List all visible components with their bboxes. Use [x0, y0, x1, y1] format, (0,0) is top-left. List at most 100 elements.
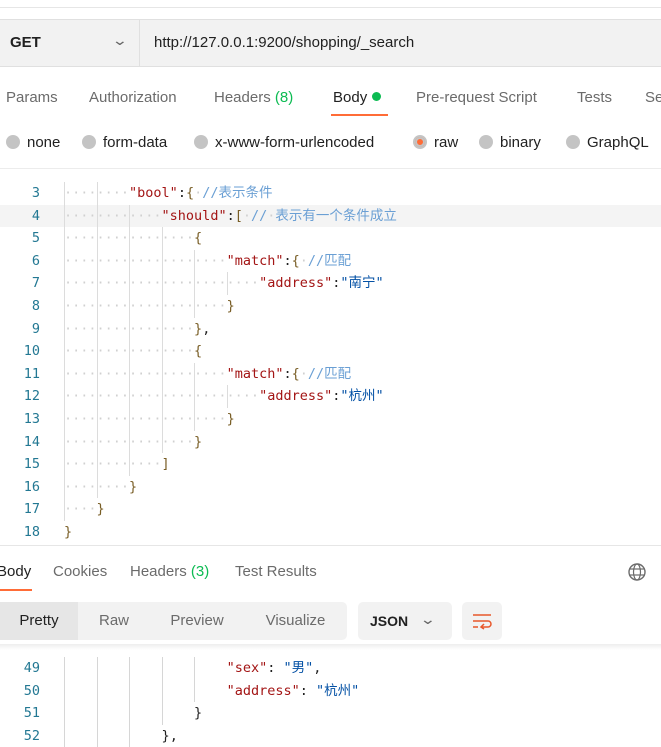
radio-form-data[interactable]: form-data	[82, 134, 167, 151]
code-line: 17 ····}	[0, 498, 661, 521]
comment: //匹配	[307, 252, 352, 269]
whitespace: ·	[299, 365, 308, 382]
indent-whitespace: ········	[64, 478, 130, 495]
body-status-dot	[372, 92, 382, 101]
bracket: {	[194, 343, 203, 360]
view-visualize[interactable]: Visualize	[244, 602, 347, 640]
code-text: }	[64, 702, 202, 725]
json-string: "杭州"	[315, 682, 360, 699]
line-number: 14	[23, 433, 40, 450]
whitespace: ·	[242, 207, 251, 224]
json-key: "match"	[226, 252, 284, 269]
json-string: "男"	[283, 660, 314, 676]
json-key: "sex"	[226, 660, 268, 676]
response-view-selector: Pretty Raw Preview Visualize	[0, 602, 347, 640]
response-tab-test-results[interactable]: Test Results	[235, 563, 317, 580]
bracket: }	[194, 320, 203, 337]
active-tab-indicator	[0, 589, 32, 591]
punctuation: :	[283, 365, 292, 382]
tab-pre-request-script[interactable]: Pre-request Script	[416, 89, 537, 106]
line-number: 18	[23, 523, 40, 540]
line-number: 3	[31, 185, 40, 201]
line-number: 10	[23, 343, 40, 360]
view-pretty[interactable]: Pretty	[0, 602, 78, 640]
bracket: }	[194, 433, 203, 450]
tab-body-label: Body	[333, 89, 368, 106]
response-tab-headers[interactable]: Headers (3)	[130, 563, 209, 580]
bracket: {	[291, 365, 300, 382]
radio-graphql[interactable]: GraphQL	[566, 134, 649, 151]
line-number: 8	[31, 297, 40, 314]
json-key: "address"	[259, 388, 333, 405]
tab-tests[interactable]: Tests	[577, 89, 612, 106]
toolbar-shadow	[0, 644, 661, 650]
line-number: 6	[31, 252, 40, 269]
tab-settings[interactable]: Se	[645, 89, 661, 106]
top-divider	[0, 7, 661, 8]
active-tab-indicator	[331, 114, 388, 116]
tab-params[interactable]: Params	[6, 89, 58, 106]
url-input[interactable]: http://127.0.0.1:9200/shopping/_search	[154, 34, 414, 51]
radio-selected-icon	[413, 135, 427, 149]
response-divider[interactable]	[0, 545, 661, 546]
punctuation: :	[283, 252, 292, 269]
method-select[interactable]: GET ⌄	[0, 20, 140, 66]
bracket: {	[185, 185, 195, 201]
bracket: {	[194, 230, 203, 247]
indent-whitespace: ························	[64, 275, 260, 292]
line-number: 50	[23, 682, 40, 699]
code-line: 18}	[0, 521, 661, 544]
format-select[interactable]: JSON ⌄	[358, 602, 452, 640]
indent-whitespace: ························	[64, 388, 260, 405]
tab-body[interactable]: Body	[333, 89, 382, 106]
comment: //匹配	[307, 365, 352, 382]
punctuation: :	[299, 682, 316, 699]
indent-whitespace: ················	[64, 230, 195, 247]
radio-x-www-form-urlencoded[interactable]: x-www-form-urlencoded	[194, 134, 374, 151]
line-number: 5	[31, 230, 40, 247]
indent-whitespace: ················	[64, 320, 195, 337]
line-number: 13	[23, 410, 40, 427]
indent-whitespace: ················	[64, 433, 195, 450]
radio-none[interactable]: none	[6, 134, 60, 151]
code-text: ················}	[64, 431, 202, 454]
tab-authorization[interactable]: Authorization	[89, 89, 177, 106]
request-body-editor[interactable]: 3 ········"bool":{·//表示条件 4 ············"sh…	[0, 182, 661, 544]
indent-whitespace: ················	[64, 343, 195, 360]
response-tab-cookies[interactable]: Cookies	[53, 563, 107, 580]
radio-icon	[566, 135, 580, 149]
code-line: 50 "address": "杭州"	[0, 679, 661, 703]
code-line: 5 ················{	[0, 227, 661, 250]
response-tab-body[interactable]: Body	[0, 563, 31, 580]
wrap-icon	[473, 614, 492, 630]
indent-whitespace: ············	[64, 456, 162, 473]
radio-icon	[82, 135, 96, 149]
method-label: GET	[10, 34, 41, 51]
code-line: 10 ················{	[0, 340, 661, 363]
view-preview[interactable]: Preview	[150, 602, 244, 640]
view-raw[interactable]: Raw	[78, 602, 150, 640]
comment: //表示条件	[202, 185, 273, 201]
punctuation: ,	[169, 727, 178, 744]
code-text: }	[64, 521, 72, 544]
code-text: ················},	[64, 318, 210, 341]
radio-label: form-data	[103, 134, 168, 151]
response-body-viewer[interactable]: 49 "sex": "男", 50 "address": "杭州" 51 } 52 }…	[0, 657, 661, 747]
bracket: }	[226, 297, 235, 314]
code-line: 13 ····················}	[0, 407, 661, 431]
code-text: ········}	[64, 476, 137, 499]
comment: //	[251, 207, 268, 224]
wrap-lines-button[interactable]	[462, 602, 502, 640]
chevron-down-icon: ⌄	[111, 32, 129, 48]
globe-icon[interactable]	[627, 562, 647, 582]
radio-raw[interactable]: raw	[413, 134, 458, 151]
json-key: "match"	[226, 365, 284, 382]
radio-binary[interactable]: binary	[479, 134, 541, 151]
indent-whitespace: ····················	[64, 297, 227, 314]
tab-headers[interactable]: Headers (8)	[214, 89, 293, 106]
indent-whitespace: ········	[64, 185, 130, 201]
code-text: ····}	[64, 498, 105, 521]
code-text: ················{	[64, 340, 202, 363]
